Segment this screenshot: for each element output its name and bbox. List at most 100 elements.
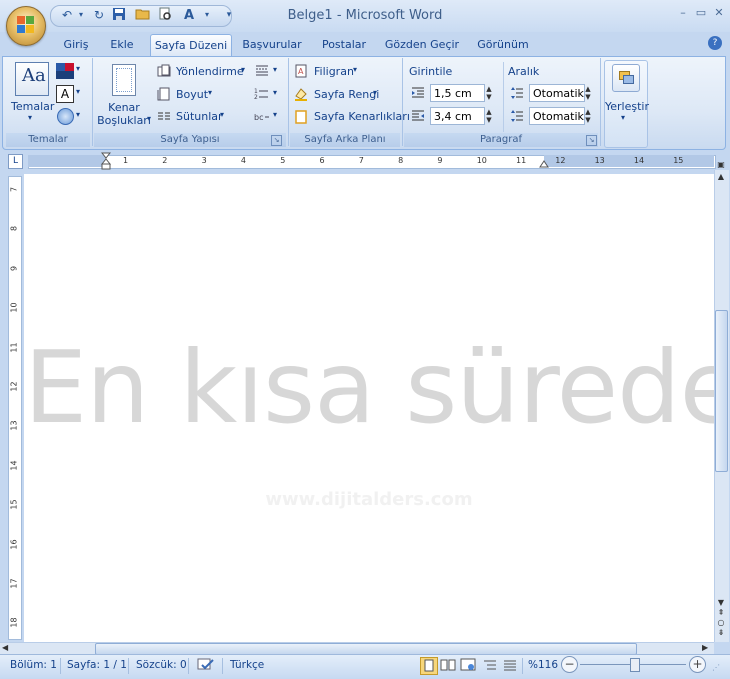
ruler-number: 15 [673, 156, 684, 165]
first-line-indent-marker-icon[interactable] [100, 152, 112, 170]
tab-mailings[interactable]: Postalar [316, 34, 372, 56]
zoom-level[interactable]: %116 [528, 659, 558, 671]
margins-icon[interactable] [112, 64, 136, 96]
help-icon[interactable]: ? [708, 36, 722, 50]
scroll-down-icon[interactable]: ▼ [715, 598, 727, 608]
tab-selector-icon[interactable]: L [8, 154, 23, 169]
scroll-right-icon[interactable]: ▶ [702, 643, 712, 653]
breaks-dropdown-icon[interactable]: ▾ [273, 65, 277, 74]
vertical-ruler[interactable] [8, 176, 22, 640]
full-screen-reading-view-icon[interactable] [440, 657, 456, 673]
margins-dropdown-icon[interactable]: ▾ [147, 114, 151, 123]
themes-dropdown-icon[interactable]: ▾ [28, 113, 32, 122]
watermark-dropdown-icon[interactable]: ▾ [353, 65, 357, 74]
theme-fonts-dropdown-icon[interactable]: ▾ [76, 87, 80, 96]
spacing-before-input[interactable]: Otomatik [529, 84, 585, 102]
indent-left-icon [411, 86, 425, 100]
arrange-dropdown-icon[interactable]: ▾ [621, 113, 625, 122]
draft-view-icon[interactable] [502, 657, 518, 673]
theme-effects-icon[interactable] [57, 108, 74, 125]
indent-left-input[interactable]: 1,5 cm [430, 84, 485, 102]
orientation-button-label[interactable]: Yönlendirme [176, 65, 244, 78]
ruler-toggle-icon[interactable]: ▣ [715, 160, 727, 170]
page-borders-icon[interactable] [294, 110, 308, 124]
outline-view-icon[interactable] [482, 657, 498, 673]
watermark-button-label[interactable]: Filigran [314, 65, 354, 78]
page-color-dropdown-icon[interactable]: ▾ [373, 88, 377, 97]
columns-button-label[interactable]: Sütunlar [176, 110, 223, 123]
resize-grip-icon[interactable]: ⋰ [712, 663, 720, 672]
size-icon[interactable] [157, 87, 171, 101]
hyphenation-dropdown-icon[interactable]: ▾ [273, 110, 277, 119]
status-language[interactable]: Türkçe [230, 659, 264, 671]
proofing-icon[interactable] [196, 657, 216, 673]
page-borders-button-label[interactable]: Sayfa Kenarlıkları [314, 110, 410, 123]
zoom-in-icon[interactable]: + [689, 656, 706, 673]
tab-insert[interactable]: Ekle [102, 34, 142, 56]
web-layout-view-icon[interactable] [460, 657, 476, 673]
tab-home[interactable]: Giriş [58, 34, 94, 56]
columns-dropdown-icon[interactable]: ▾ [220, 110, 224, 119]
spacing-after-spinner-icon[interactable]: ▲ ▼ [582, 108, 594, 126]
spacing-before-spinner-icon[interactable]: ▲ ▼ [582, 85, 594, 103]
vertical-ruler-number: 18 [9, 617, 19, 628]
theme-colors-icon[interactable] [56, 63, 74, 79]
hyphenation-icon[interactable]: bc [254, 110, 270, 124]
close-icon[interactable]: ✕ [712, 6, 726, 20]
size-button-label[interactable]: Boyut [176, 88, 208, 101]
theme-fonts-icon[interactable]: A [56, 85, 74, 103]
themes-button-label[interactable]: Temalar [11, 100, 54, 113]
arrange-button-label[interactable]: Yerleştir [605, 100, 649, 113]
vertical-ruler-number: 16 [9, 539, 19, 550]
columns-icon[interactable] [157, 110, 171, 124]
size-dropdown-icon[interactable]: ▾ [208, 88, 212, 97]
themes-icon[interactable]: Aa [15, 62, 49, 96]
next-page-icon[interactable]: ⇟ [715, 628, 727, 638]
tab-view[interactable]: Görünüm [472, 34, 534, 56]
indent-left-spinner-icon[interactable]: ▲ ▼ [483, 85, 495, 103]
document-page[interactable]: En kısa sürede www.dijitalders.com [24, 174, 714, 642]
paragraph-launcher-icon[interactable]: ↘ [586, 135, 597, 146]
svg-text:bc: bc [254, 113, 263, 122]
page-color-icon[interactable] [294, 87, 308, 101]
scroll-left-icon[interactable]: ◀ [2, 643, 12, 653]
indent-right-input[interactable]: 3,4 cm [430, 107, 485, 125]
page-setup-launcher-icon[interactable]: ↘ [271, 135, 282, 146]
tab-page-layout[interactable]: Sayfa Düzeni [150, 34, 232, 57]
status-page[interactable]: Sayfa: 1 / 1 [67, 659, 127, 671]
scroll-up-icon[interactable]: ▲ [715, 172, 727, 182]
zoom-out-icon[interactable]: − [561, 656, 578, 673]
theme-effects-dropdown-icon[interactable]: ▾ [76, 110, 80, 119]
breaks-icon[interactable] [254, 64, 270, 78]
arrange-icon[interactable] [612, 64, 640, 92]
line-numbers-icon[interactable]: 12 [254, 87, 270, 101]
page-color-button-label[interactable]: Sayfa Rengi [314, 88, 379, 101]
tab-review[interactable]: Gözden Geçir [382, 34, 462, 56]
theme-colors-dropdown-icon[interactable]: ▾ [76, 64, 80, 73]
watermark-icon[interactable]: A [294, 64, 308, 78]
margins-button-label[interactable]: Kenar Boşlukları [96, 101, 152, 127]
status-separator [222, 658, 223, 674]
minimize-icon[interactable]: – [676, 6, 690, 20]
tab-references[interactable]: Başvurular [238, 34, 306, 56]
status-separator [128, 658, 129, 674]
orientation-dropdown-icon[interactable]: ▾ [241, 65, 245, 74]
previous-page-icon[interactable]: ⇞ [715, 608, 727, 618]
status-separator [522, 658, 523, 674]
status-section[interactable]: Bölüm: 1 [10, 659, 57, 671]
orientation-icon[interactable] [157, 64, 171, 78]
line-numbers-dropdown-icon[interactable]: ▾ [273, 88, 277, 97]
maximize-icon[interactable]: ▭ [694, 6, 708, 20]
right-indent-marker-icon[interactable] [539, 158, 549, 168]
group-label-page-setup: Sayfa Yapısı [94, 133, 286, 147]
ruler-number: 1 [123, 156, 129, 165]
ruler-number: 2 [162, 156, 168, 165]
indent-right-spinner-icon[interactable]: ▲ ▼ [483, 108, 495, 126]
browse-object-icon[interactable]: ○ [715, 618, 727, 628]
office-button[interactable] [6, 6, 46, 46]
vertical-scroll-thumb[interactable] [715, 310, 728, 472]
status-words[interactable]: Sözcük: 0 [136, 659, 187, 671]
zoom-slider-thumb[interactable] [630, 658, 640, 672]
print-layout-view-icon[interactable] [420, 657, 438, 675]
spacing-after-input[interactable]: Otomatik [529, 107, 585, 125]
